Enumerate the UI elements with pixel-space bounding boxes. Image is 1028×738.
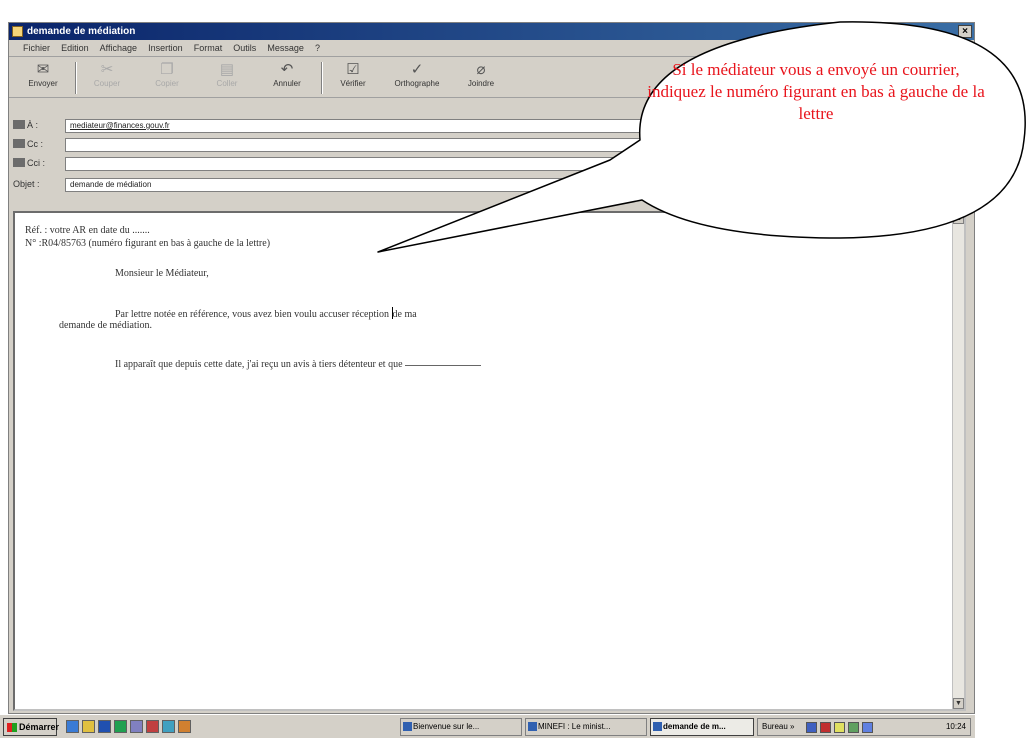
paste-icon: ▤ bbox=[219, 61, 235, 78]
undo-button[interactable]: ↶ Annuler bbox=[259, 61, 315, 95]
cc-field[interactable] bbox=[65, 138, 966, 152]
tray-app-icon[interactable] bbox=[848, 722, 859, 733]
outlook-icon[interactable] bbox=[82, 720, 95, 733]
reference-number-line: N° :R04/85763 (numéro figurant en bas à … bbox=[25, 238, 271, 249]
cut-icon: ✂ bbox=[100, 61, 114, 78]
address-book-icon bbox=[13, 158, 25, 167]
address-book-icon bbox=[13, 120, 25, 129]
toolbar-separator bbox=[75, 62, 77, 94]
explorer-icon[interactable] bbox=[178, 720, 191, 733]
desktop-icon[interactable] bbox=[130, 720, 143, 733]
taskbar: Démarrer Bienvenue sur le... MINEFI : Le… bbox=[0, 714, 975, 738]
body-paragraph-1: Par lettre notée en référence, vous avez… bbox=[115, 307, 417, 320]
toolbar-separator bbox=[321, 62, 323, 94]
subject-field[interactable]: demande de médiation bbox=[65, 178, 966, 192]
start-button[interactable]: Démarrer bbox=[3, 718, 59, 736]
system-clock: 10:24 bbox=[945, 722, 966, 731]
antivirus-icon[interactable] bbox=[820, 722, 831, 733]
menu-fichier[interactable]: Fichier bbox=[19, 40, 54, 57]
menu-affichage[interactable]: Affichage bbox=[96, 40, 141, 57]
menu-edition[interactable]: Edition bbox=[57, 40, 93, 57]
close-button[interactable]: × bbox=[958, 25, 972, 38]
cc-label[interactable]: Cc : bbox=[13, 139, 43, 149]
task-minefi[interactable]: MINEFI : Le minist... bbox=[525, 718, 647, 736]
envelope-icon bbox=[653, 722, 662, 731]
vertical-scrollbar[interactable]: ▲ ▼ bbox=[952, 213, 964, 709]
menu-message[interactable]: Message bbox=[263, 40, 308, 57]
envelope-icon bbox=[12, 26, 23, 37]
reference-line: Réf. : votre AR en date du ....... bbox=[25, 225, 150, 236]
bcc-row: Cci : bbox=[9, 155, 974, 173]
menu-insertion[interactable]: Insertion bbox=[144, 40, 187, 57]
scroll-up-icon[interactable]: ▲ bbox=[953, 213, 964, 224]
cc-row: Cc : bbox=[9, 136, 974, 154]
address-book-icon bbox=[13, 139, 25, 148]
attach-icon: ⌀ bbox=[476, 61, 486, 78]
body-paragraph-2: Il apparaît que depuis cette date, j'ai … bbox=[115, 359, 481, 370]
window-title: demande de médiation bbox=[27, 26, 136, 37]
powerpoint-icon[interactable] bbox=[146, 720, 159, 733]
desktop-toolbar-label[interactable]: Bureau » bbox=[762, 719, 794, 735]
subject-label: Objet : bbox=[13, 179, 40, 189]
salutation: Monsieur le Médiateur, bbox=[115, 268, 209, 279]
spelling-icon: ✓ bbox=[410, 61, 424, 78]
cut-button[interactable]: ✂ Couper bbox=[79, 61, 135, 95]
browser-icon bbox=[403, 722, 412, 731]
task-demande[interactable]: demande de m... bbox=[650, 718, 754, 736]
copy-button[interactable]: ❐ Copier bbox=[139, 61, 195, 95]
callout-text: Si le médiateur vous a envoyé un courrie… bbox=[647, 60, 985, 123]
check-names-icon: ☑ bbox=[346, 61, 360, 78]
excel-icon[interactable] bbox=[114, 720, 127, 733]
mail-icon[interactable] bbox=[162, 720, 175, 733]
send-icon: ✉ bbox=[36, 61, 50, 78]
copy-icon: ❐ bbox=[160, 61, 174, 78]
browser-icon bbox=[528, 722, 537, 731]
menu-format[interactable]: Format bbox=[190, 40, 227, 57]
dotted-trail bbox=[404, 365, 481, 366]
send-button[interactable]: ✉ Envoyer bbox=[15, 61, 71, 95]
scroll-down-icon[interactable]: ▼ bbox=[953, 698, 964, 709]
spelling-button[interactable]: ✓ Orthographe bbox=[389, 61, 445, 95]
message-body[interactable]: Réf. : votre AR en date du ....... N° :R… bbox=[13, 211, 966, 711]
bcc-label[interactable]: Cci : bbox=[13, 158, 45, 168]
title-bar[interactable]: demande de médiation × bbox=[9, 23, 974, 40]
clock-icon[interactable] bbox=[862, 722, 873, 733]
body-paragraph-1-cont: demande de médiation. bbox=[59, 320, 153, 331]
speaker-icon[interactable] bbox=[834, 722, 845, 733]
word-icon[interactable] bbox=[98, 720, 111, 733]
menu-outils[interactable]: Outils bbox=[229, 40, 260, 57]
windows-flag-icon bbox=[7, 723, 17, 732]
bcc-field[interactable] bbox=[65, 157, 966, 171]
task-bienvenue[interactable]: Bienvenue sur le... bbox=[400, 718, 522, 736]
system-tray: Bureau » 10:24 bbox=[757, 718, 971, 736]
browser-icon[interactable] bbox=[66, 720, 79, 733]
menu-bar: Fichier Edition Affichage Insertion Form… bbox=[9, 40, 974, 57]
message-window: demande de médiation × Fichier Edition A… bbox=[8, 22, 975, 714]
menu-help[interactable]: ? bbox=[311, 40, 324, 57]
check-names-button[interactable]: ☑ Vérifier bbox=[325, 61, 381, 95]
to-label[interactable]: À : bbox=[13, 120, 38, 130]
paste-button[interactable]: ▤ Coller bbox=[199, 61, 255, 95]
network-icon[interactable] bbox=[806, 722, 817, 733]
subject-row: Objet : demande de médiation bbox=[9, 176, 974, 194]
undo-icon: ↶ bbox=[280, 61, 294, 78]
attach-button[interactable]: ⌀ Joindre bbox=[453, 61, 509, 95]
